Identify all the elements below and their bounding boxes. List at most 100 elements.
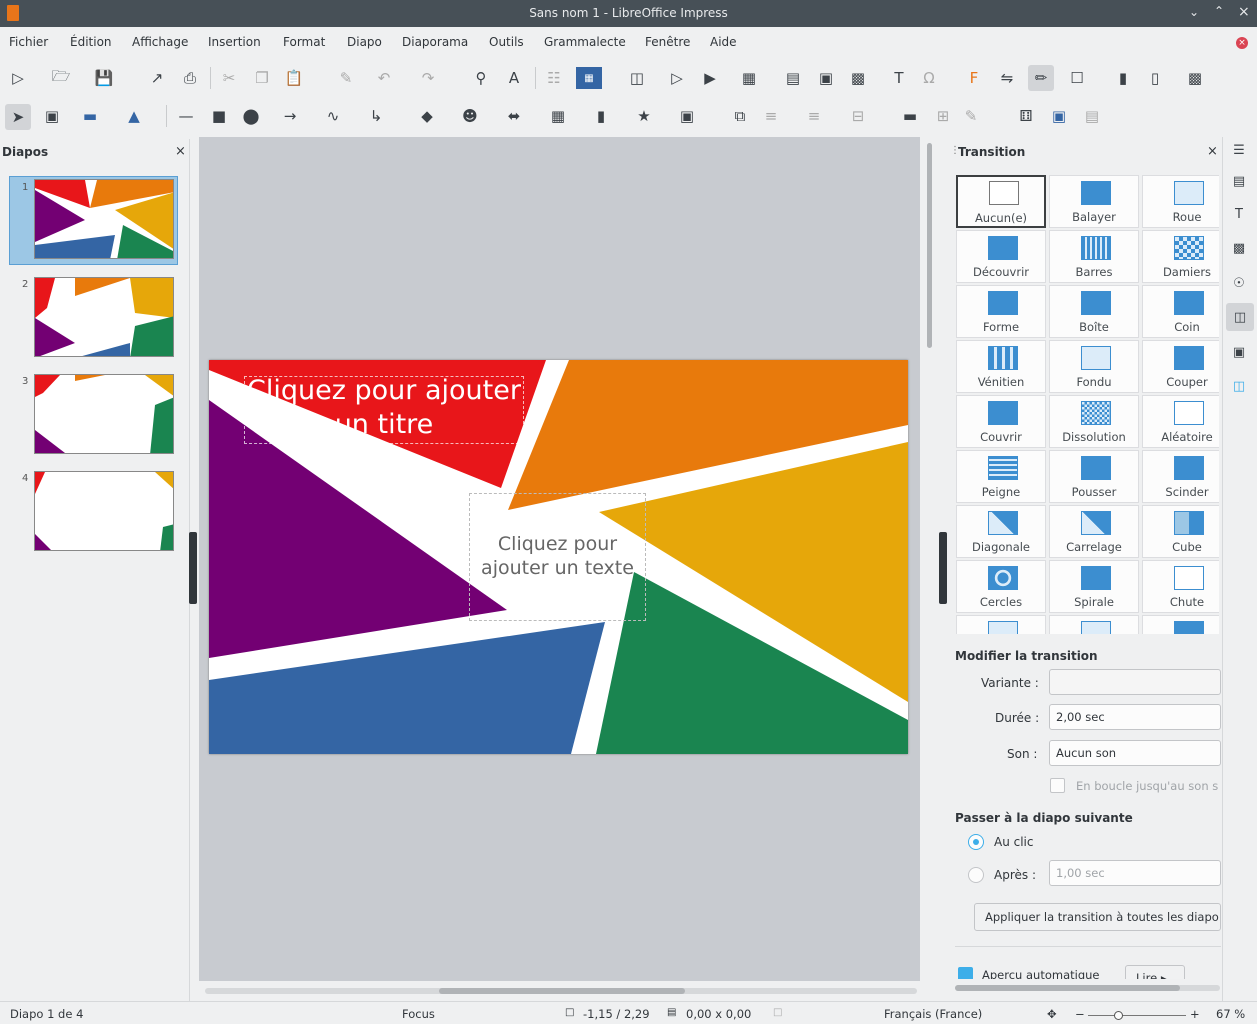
sidebar-collapse-handle[interactable] xyxy=(939,532,947,604)
styles-icon[interactable]: T xyxy=(1228,203,1250,225)
points-icon[interactable]: ▣ xyxy=(1048,105,1070,127)
menu-aide[interactable]: Aide xyxy=(710,35,737,49)
copy-icon[interactable]: ❐ xyxy=(251,67,273,89)
start-from-first-icon[interactable]: ▷ xyxy=(666,67,688,89)
chart-icon[interactable]: ▩ xyxy=(847,67,869,89)
transition-shape[interactable]: Forme xyxy=(956,285,1046,338)
line-icon[interactable]: — xyxy=(175,105,197,127)
slide-thumbnail-4[interactable] xyxy=(34,471,174,551)
slide-layout-icon[interactable]: ▩ xyxy=(1184,67,1206,89)
close-icon[interactable]: × xyxy=(1238,4,1250,20)
menu-fenetre[interactable]: Fenêtre xyxy=(645,35,690,49)
symbol-shapes-icon[interactable]: ☻ xyxy=(459,105,481,127)
transition-cube[interactable]: Cube xyxy=(1142,505,1219,558)
display-views-icon[interactable]: ▦ xyxy=(576,67,602,89)
align-icon[interactable]: ≡ xyxy=(760,105,782,127)
zoom-pan-icon[interactable]: ▣ xyxy=(41,105,63,127)
transition-corner[interactable]: Coin xyxy=(1142,285,1219,338)
print-icon[interactable]: ⎙ xyxy=(179,67,201,89)
transition-helix[interactable]: Spirale xyxy=(1049,560,1139,613)
distribute-icon[interactable]: ⊟ xyxy=(847,105,869,127)
paste-icon[interactable]: 📋 xyxy=(283,67,305,89)
transition-diagonal[interactable]: Diagonale xyxy=(956,505,1046,558)
master-slide-icon[interactable]: ◫ xyxy=(626,67,648,89)
media-icon[interactable]: ▣ xyxy=(815,67,837,89)
transformations-icon[interactable]: ⧉ xyxy=(729,105,751,127)
grid-icon[interactable]: ☷ xyxy=(543,67,565,89)
menu-grammalecte[interactable]: Grammalecte xyxy=(544,35,626,49)
master-slides-icon[interactable]: ◫ xyxy=(1228,375,1250,397)
flowchart-icon[interactable]: ▦ xyxy=(547,105,569,127)
crop-icon[interactable]: ⊞ xyxy=(932,105,954,127)
cut-icon[interactable]: ✂ xyxy=(218,67,240,89)
maximize-icon[interactable]: ⌃ xyxy=(1214,4,1224,18)
vertical-scrollbar[interactable] xyxy=(922,137,936,981)
transition-wipe[interactable]: Balayer xyxy=(1049,175,1139,228)
transition-cut[interactable]: Couper xyxy=(1142,340,1219,393)
transition-more-row[interactable] xyxy=(956,615,1046,634)
after-spinbox[interactable]: 1,00 sec xyxy=(1049,860,1221,886)
fill-color-icon[interactable]: ▲ xyxy=(123,105,145,127)
gluepoints-icon[interactable]: ▤ xyxy=(1081,105,1103,127)
slide-thumbnail-3[interactable] xyxy=(34,374,174,454)
slide[interactable]: Cliquez pour ajouter un titre Cliquez po… xyxy=(209,360,908,754)
transition-circles[interactable]: Cercles xyxy=(956,560,1046,613)
fontwork-icon[interactable]: F xyxy=(963,67,985,89)
transition-uncover[interactable]: Découvrir xyxy=(956,230,1046,283)
auto-preview-checkbox[interactable] xyxy=(958,967,973,979)
transition-venetian[interactable]: Vénitien xyxy=(956,340,1046,393)
menu-affichage[interactable]: Affichage xyxy=(132,35,188,49)
slide-editing-area[interactable]: Cliquez pour ajouter un titre Cliquez po… xyxy=(199,137,920,981)
menu-format[interactable]: Format xyxy=(283,35,325,49)
text-placeholder[interactable]: Cliquez pour ajouter un texte xyxy=(469,532,646,580)
start-presentation-icon[interactable]: ▷ xyxy=(7,67,29,89)
transition-tiles[interactable]: Carrelage xyxy=(1049,505,1139,558)
ellipse-icon[interactable]: ⬤ xyxy=(240,105,262,127)
transition-push[interactable]: Pousser xyxy=(1049,450,1139,503)
zoom-in-icon[interactable]: + xyxy=(1190,1007,1200,1021)
slide-transition-icon[interactable]: ◫ xyxy=(1226,303,1254,331)
gallery-icon[interactable]: ▩ xyxy=(1228,237,1250,259)
table-icon[interactable]: ▦ xyxy=(738,67,760,89)
horizontal-scroll-thumb[interactable] xyxy=(439,988,685,994)
transition-panel-close-icon[interactable]: × xyxy=(1207,144,1218,159)
textbox-icon[interactable]: T xyxy=(888,67,910,89)
fit-slide-icon[interactable]: ✥ xyxy=(1047,1007,1057,1021)
loop-checkbox[interactable] xyxy=(1050,778,1065,793)
vertical-scroll-thumb[interactable] xyxy=(927,143,932,348)
redo-icon[interactable]: ↷ xyxy=(417,67,439,89)
duration-spinbox[interactable]: 2,00 sec xyxy=(1049,704,1221,730)
save-icon[interactable]: 💾 xyxy=(93,67,115,89)
export-pdf-icon[interactable]: ↗ xyxy=(146,67,168,89)
filter-icon[interactable]: ✎ xyxy=(960,105,982,127)
minimize-icon[interactable]: ⌄ xyxy=(1189,5,1199,19)
line-color-icon[interactable]: ▬ xyxy=(79,105,101,127)
image-icon[interactable]: ▤ xyxy=(782,67,804,89)
comment-icon[interactable]: ☐ xyxy=(1066,67,1088,89)
zoom-level[interactable]: 67 % xyxy=(1216,1007,1245,1021)
curve-icon[interactable]: ∿ xyxy=(322,105,344,127)
slides-panel-collapse-handle[interactable] xyxy=(189,532,197,604)
play-button[interactable]: Lire ▸ xyxy=(1125,965,1185,979)
sound-select[interactable]: Aucun son xyxy=(1049,740,1221,766)
horizontal-scrollbar[interactable] xyxy=(199,983,920,999)
sidebar-menu-icon[interactable]: ☰ xyxy=(1228,139,1250,161)
panel-horizontal-scrollbar[interactable] xyxy=(955,985,1220,991)
callouts-icon[interactable]: ▮ xyxy=(590,105,612,127)
connector-icon[interactable]: ↳ xyxy=(365,105,387,127)
show-draw-functions-icon[interactable]: ✏ xyxy=(1028,65,1054,91)
stars-icon[interactable]: ★ xyxy=(633,105,655,127)
slide-thumbnail-2[interactable] xyxy=(34,277,174,357)
transition-box[interactable]: Boîte xyxy=(1049,285,1139,338)
spelling-icon[interactable]: A xyxy=(503,67,525,89)
toggle-extrusion-icon[interactable]: ⚅ xyxy=(1015,105,1037,127)
close-document-icon[interactable]: × xyxy=(1236,37,1248,49)
block-arrows-icon[interactable]: ⬌ xyxy=(503,105,525,127)
special-character-icon[interactable]: Ω xyxy=(918,67,940,89)
zoom-slider-handle[interactable] xyxy=(1114,1011,1123,1020)
menu-diapo[interactable]: Diapo xyxy=(347,35,382,49)
after-radio[interactable] xyxy=(968,867,984,883)
open-icon[interactable]: 🗁 xyxy=(50,67,72,89)
find-replace-icon[interactable]: ⚲ xyxy=(470,67,492,89)
transition-bars[interactable]: Barres xyxy=(1049,230,1139,283)
